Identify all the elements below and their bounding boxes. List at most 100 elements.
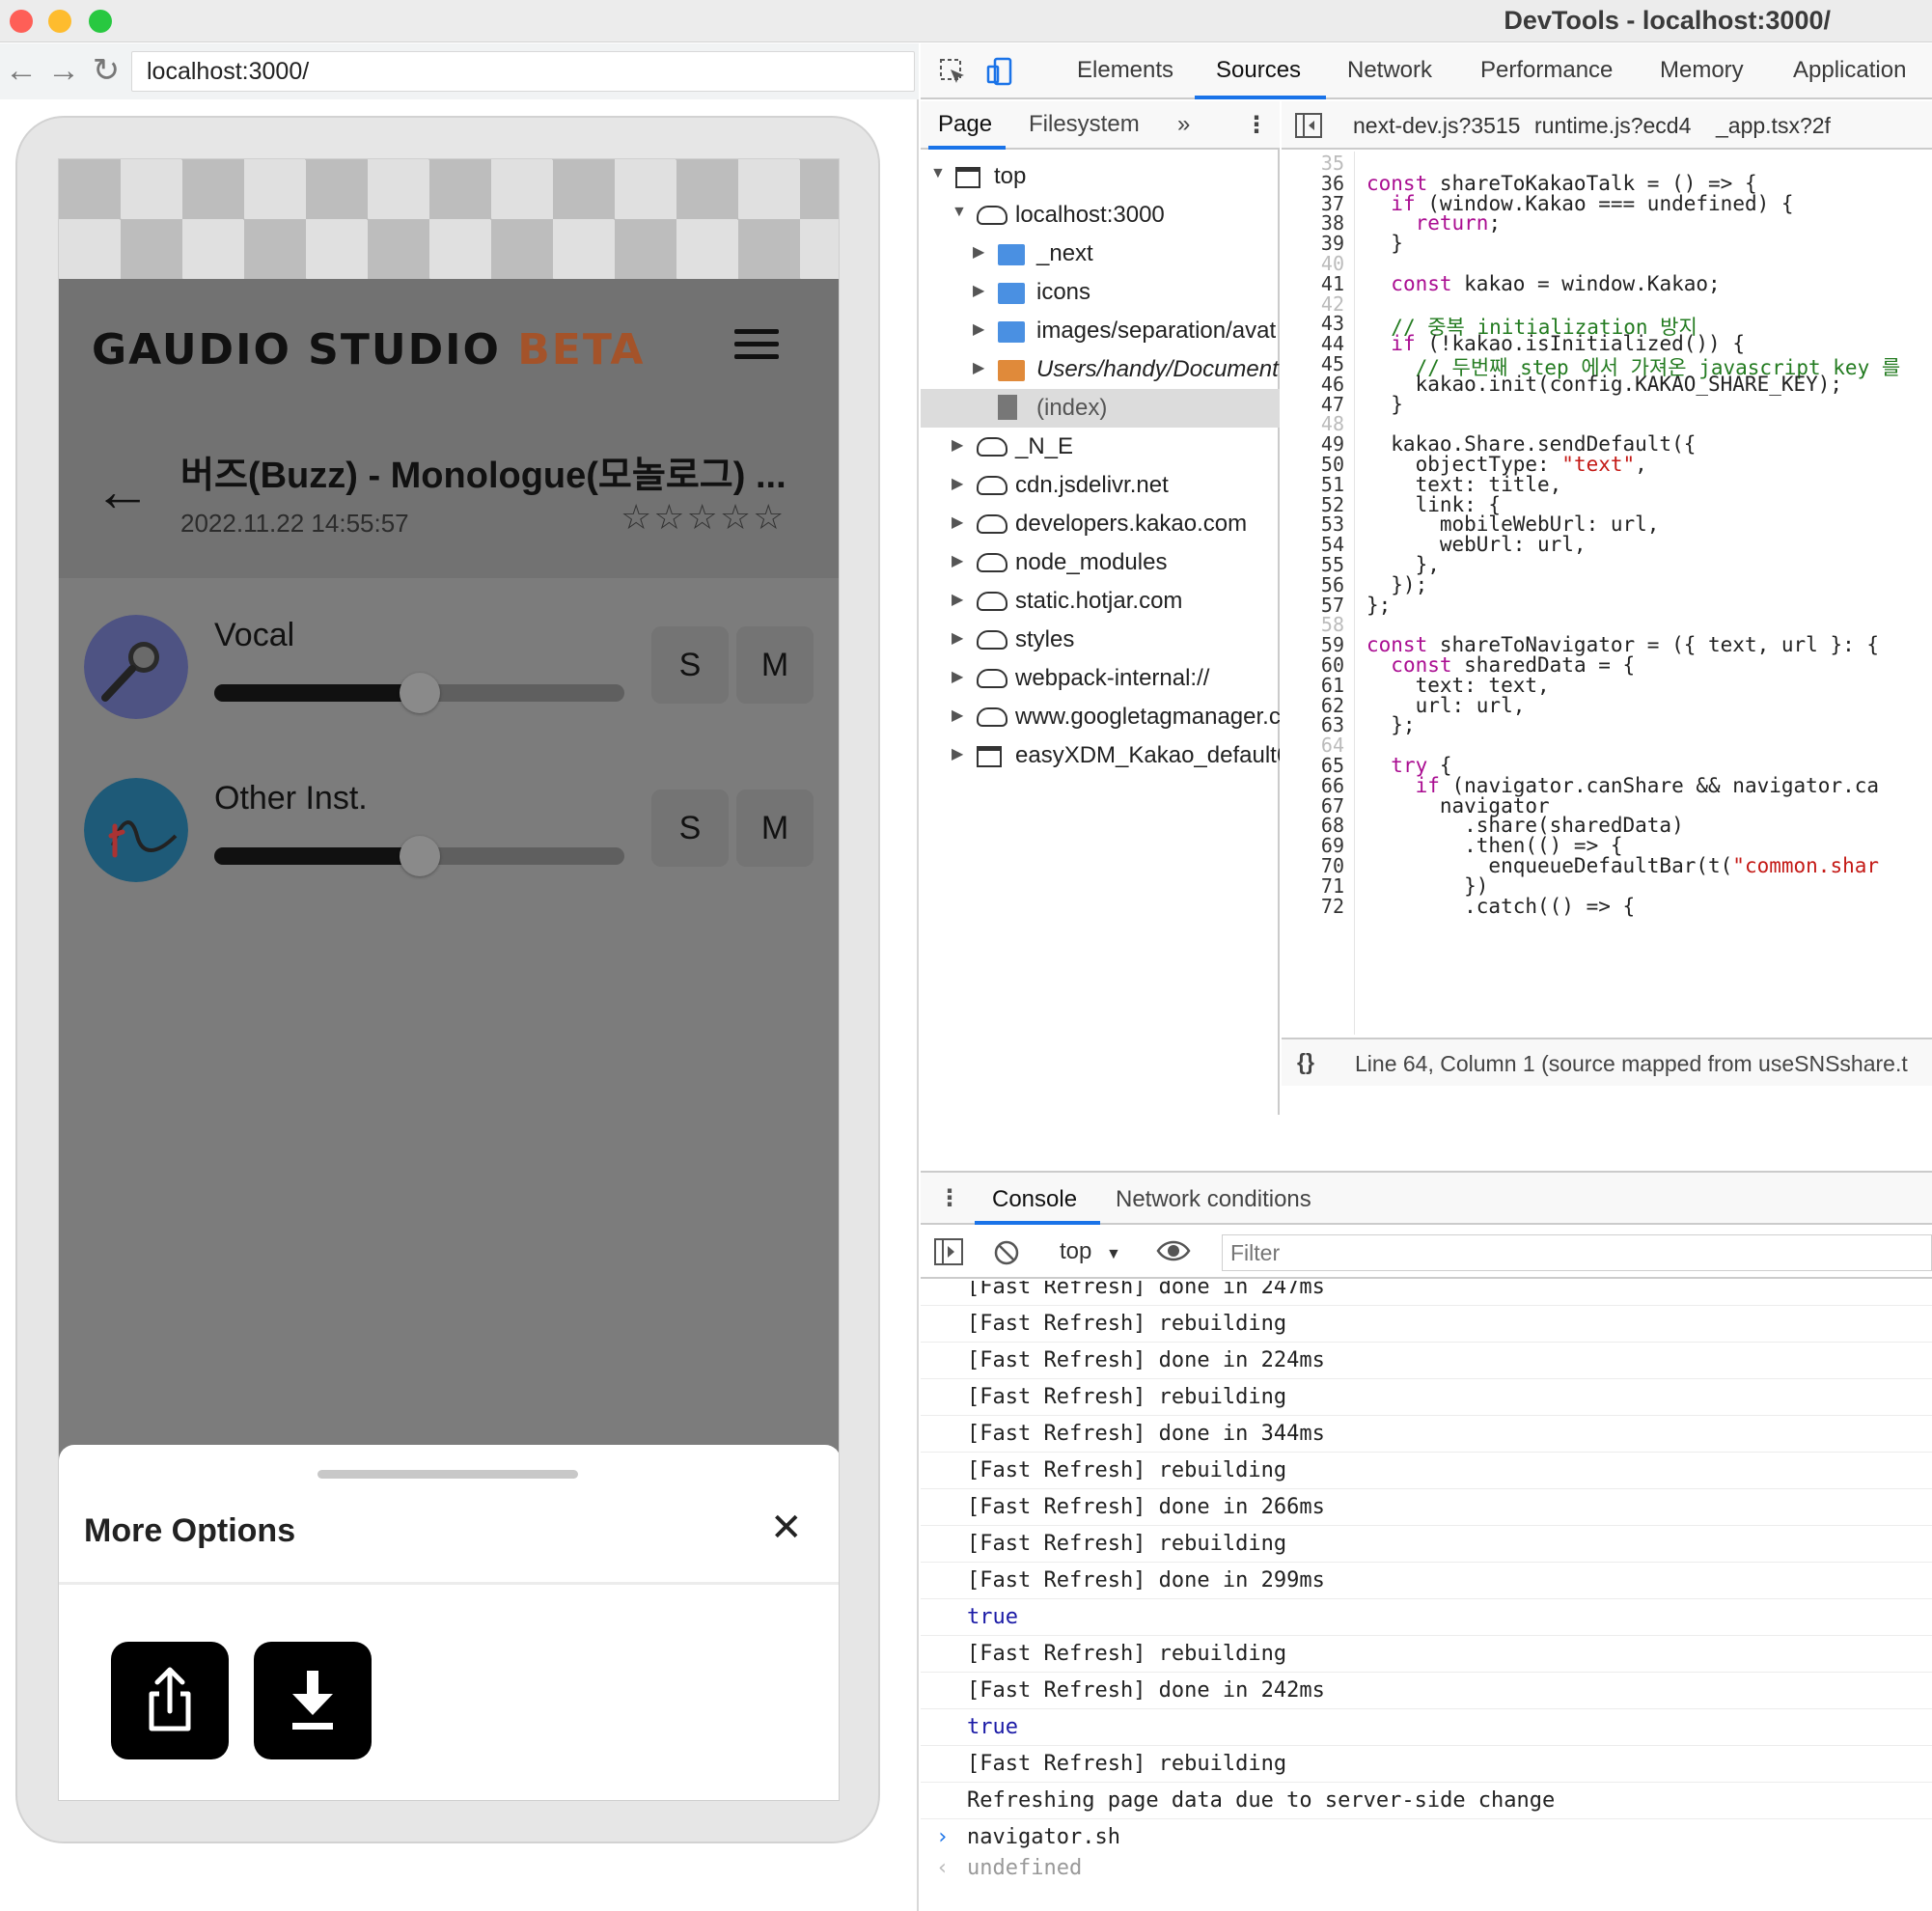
tab-console[interactable]: Console bbox=[992, 1186, 1077, 1213]
tree-item[interactable]: ▶ _N_E bbox=[921, 428, 1280, 466]
tab-page[interactable]: Page bbox=[938, 111, 992, 138]
editor-tab-bar: next-dev.js?3515 runtime.js?ecd4 _app.ts… bbox=[1282, 101, 1932, 150]
editor-tab[interactable]: runtime.js?ecd4 bbox=[1534, 113, 1691, 139]
collapsed-arrow-icon[interactable]: ▶ bbox=[952, 744, 963, 763]
live-expression-icon[interactable] bbox=[1156, 1236, 1191, 1270]
forward-nav-icon[interactable]: → bbox=[46, 53, 81, 88]
collapsed-arrow-icon[interactable]: ▶ bbox=[973, 319, 984, 339]
close-icon[interactable]: ✕ bbox=[770, 1509, 803, 1547]
tree-item-label: styles bbox=[1015, 626, 1075, 652]
solo-button[interactable]: S bbox=[651, 626, 729, 704]
tab-filesystem[interactable]: Filesystem bbox=[1029, 111, 1140, 138]
mute-button[interactable]: M bbox=[736, 626, 814, 704]
tree-item[interactable]: ▶ static.hotjar.com bbox=[921, 582, 1280, 621]
toggle-navigator-icon[interactable] bbox=[1295, 113, 1322, 144]
collapsed-arrow-icon[interactable]: ▶ bbox=[952, 512, 963, 532]
tree-item[interactable]: ▶ styles bbox=[921, 621, 1280, 659]
download-button[interactable] bbox=[254, 1642, 372, 1759]
tree-item[interactable]: ▶ images/separation/avat bbox=[921, 312, 1280, 350]
result-caret-icon: ‹ bbox=[936, 1856, 950, 1880]
tree-item[interactable]: (index) bbox=[921, 389, 1280, 428]
volume-slider[interactable] bbox=[214, 673, 624, 713]
minimize-window-button[interactable] bbox=[48, 10, 71, 33]
volume-slider[interactable] bbox=[214, 836, 624, 876]
zoom-window-button[interactable] bbox=[89, 10, 112, 33]
cloud-icon bbox=[977, 592, 1007, 611]
collapsed-arrow-icon[interactable]: ▶ bbox=[952, 435, 963, 455]
url-input[interactable]: localhost:3000/ bbox=[131, 51, 915, 92]
tree-item[interactable]: ▶ easyXDM_Kakao_default6 bbox=[921, 736, 1280, 775]
code-area[interactable]: 35 36 37 38 39 40 41 42 43 44 45 46 47 48 49 50 51 52 53 54… bbox=[1282, 152, 1932, 1035]
close-window-button[interactable] bbox=[10, 10, 33, 33]
log-line: [Fast Refresh] rebuilding bbox=[921, 1306, 1932, 1343]
tree-item[interactable]: ▼ localhost:3000 bbox=[921, 196, 1280, 235]
collapsed-arrow-icon[interactable]: ▶ bbox=[973, 358, 984, 377]
collapsed-arrow-icon[interactable]: ▶ bbox=[952, 551, 963, 570]
expanded-arrow-icon[interactable]: ▼ bbox=[930, 165, 946, 182]
pretty-print-icon[interactable]: {} bbox=[1297, 1049, 1314, 1075]
active-tab-indicator bbox=[1195, 96, 1326, 99]
tree-item[interactable]: ▼ top bbox=[921, 157, 1280, 196]
collapsed-arrow-icon[interactable]: ▶ bbox=[973, 281, 984, 300]
log-line: true bbox=[921, 1709, 1932, 1746]
collapsed-arrow-icon[interactable]: ▶ bbox=[952, 667, 963, 686]
tree-item[interactable]: ▶ _next bbox=[921, 235, 1280, 273]
vocal-avatar bbox=[84, 615, 188, 719]
frame-icon bbox=[977, 746, 1002, 767]
menu-icon[interactable] bbox=[734, 329, 779, 364]
tree-item[interactable]: ▶ Users/handy/Document bbox=[921, 350, 1280, 389]
sidebar-toggle-icon[interactable] bbox=[934, 1238, 963, 1270]
share-button[interactable] bbox=[111, 1642, 229, 1759]
sheet-drag-handle[interactable] bbox=[317, 1470, 578, 1479]
tree-item-label: top bbox=[994, 163, 1027, 189]
tree-item[interactable]: ▶ icons bbox=[921, 273, 1280, 312]
rating-stars[interactable]: ☆☆☆☆☆ bbox=[621, 497, 786, 538]
tree-item[interactable]: ▶ www.googletagmanager.c bbox=[921, 698, 1280, 736]
device-toolbar-icon[interactable] bbox=[986, 57, 1015, 86]
tab-elements[interactable]: Elements bbox=[1077, 57, 1173, 84]
editor-tab[interactable]: next-dev.js?3515 bbox=[1353, 113, 1520, 139]
tree-item[interactable]: ▶ node_modules bbox=[921, 543, 1280, 582]
drawer-tab-bar: ⋮ Console Network conditions bbox=[921, 1173, 1932, 1225]
tab-memory[interactable]: Memory bbox=[1660, 57, 1744, 84]
kebab-menu-icon[interactable]: ⋮ bbox=[1245, 111, 1268, 139]
back-nav-icon[interactable]: ← bbox=[4, 53, 39, 88]
collapsed-arrow-icon[interactable]: ▶ bbox=[952, 628, 963, 648]
tab-network-conditions[interactable]: Network conditions bbox=[1116, 1186, 1311, 1213]
code-line: const kakao = window.Kakao; bbox=[1391, 271, 1721, 295]
log-line: [Fast Refresh] rebuilding bbox=[921, 1636, 1932, 1673]
expanded-arrow-icon[interactable]: ▼ bbox=[952, 204, 967, 221]
code-line: } bbox=[1366, 392, 1403, 416]
more-tabs-icon[interactable]: » bbox=[1177, 111, 1190, 138]
tree-item[interactable]: ▶ developers.kakao.com bbox=[921, 505, 1280, 543]
console-filter-input[interactable] bbox=[1222, 1234, 1932, 1271]
log-line: [Fast Refresh] done in 247ms bbox=[921, 1281, 1932, 1306]
context-selector[interactable]: top ▼ bbox=[1060, 1238, 1121, 1265]
volume-thumb[interactable] bbox=[399, 836, 440, 876]
tree-item[interactable]: ▶ webpack-internal:// bbox=[921, 659, 1280, 698]
collapsed-arrow-icon[interactable]: ▶ bbox=[952, 590, 963, 609]
tab-network[interactable]: Network bbox=[1347, 57, 1432, 84]
line-number[interactable]: 72 bbox=[1321, 895, 1344, 918]
clear-console-icon[interactable] bbox=[992, 1238, 1021, 1272]
devtools-pane: Elements Sources Network Performance Mem… bbox=[921, 43, 1932, 1911]
cloud-icon bbox=[977, 437, 1007, 457]
tree-item[interactable]: ▶ cdn.jsdelivr.net bbox=[921, 466, 1280, 505]
mute-button[interactable]: M bbox=[736, 789, 814, 867]
drawer-menu-icon[interactable]: ⋮ bbox=[938, 1184, 961, 1212]
solo-button[interactable]: S bbox=[651, 789, 729, 867]
tab-application[interactable]: Application bbox=[1793, 57, 1906, 84]
tab-performance[interactable]: Performance bbox=[1480, 57, 1613, 84]
brand-logo[interactable]: GAUDIO STUDIO BETA bbox=[92, 325, 645, 374]
reload-icon[interactable]: ↻ bbox=[89, 53, 124, 88]
inspect-element-icon[interactable] bbox=[938, 57, 967, 86]
collapsed-arrow-icon[interactable]: ▶ bbox=[952, 706, 963, 725]
collapsed-arrow-icon[interactable]: ▶ bbox=[973, 242, 984, 262]
back-arrow-icon[interactable]: ← bbox=[94, 462, 152, 520]
code-line: }; bbox=[1366, 593, 1392, 617]
editor-tab[interactable]: _app.tsx?2f bbox=[1716, 113, 1831, 139]
volume-fill bbox=[214, 847, 420, 865]
tab-sources[interactable]: Sources bbox=[1216, 57, 1301, 84]
collapsed-arrow-icon[interactable]: ▶ bbox=[952, 474, 963, 493]
volume-thumb[interactable] bbox=[399, 673, 440, 713]
